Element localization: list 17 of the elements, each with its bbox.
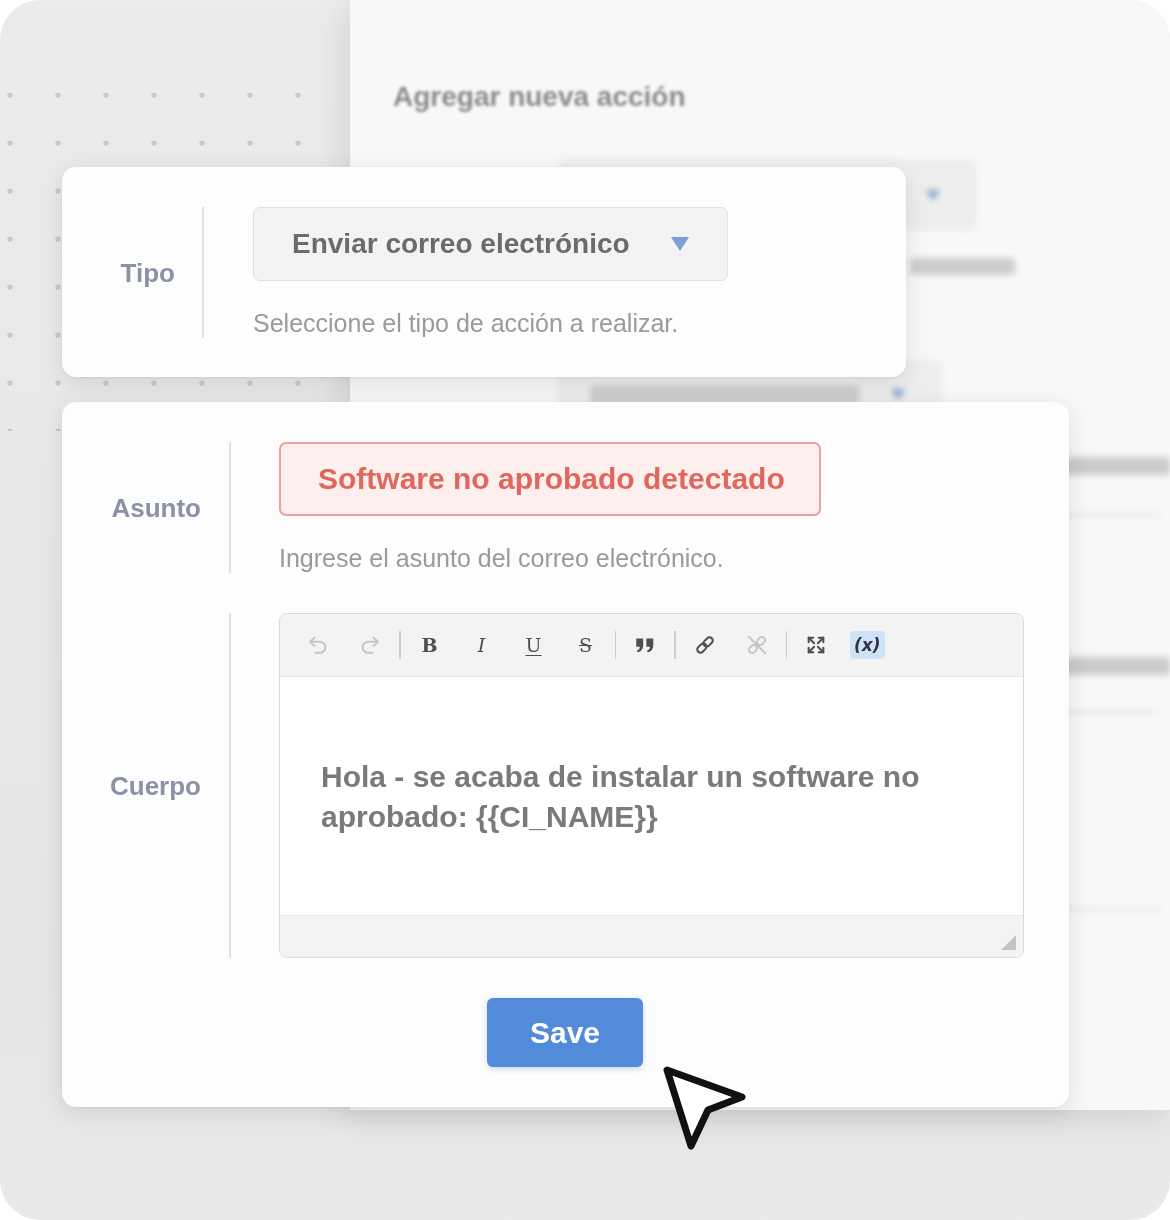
underline-button[interactable]: U [515, 627, 552, 663]
caret-icon [671, 237, 689, 251]
help-text: Seleccione el tipo de acción a realizar. [253, 308, 679, 338]
link-icon[interactable] [693, 634, 716, 656]
italic-button[interactable]: I [463, 627, 500, 663]
subject-label: Asunto [111, 491, 201, 524]
resize-handle-icon[interactable] [1001, 935, 1016, 950]
variable-button[interactable]: (x) [850, 631, 885, 659]
message-body-field[interactable]: Hola - se acaba de instalar un software no aprobado: {{CI_NAME}} [280, 677, 1023, 915]
bold-button[interactable]: B [411, 627, 448, 663]
strikethrough-button[interactable]: S [567, 627, 604, 663]
expand-icon[interactable] [805, 634, 827, 656]
help-text: Ingrese el asunto del correo electrónico. [279, 543, 724, 573]
type-label: Tipo [120, 256, 175, 289]
body-label: Cuerpo [110, 769, 201, 802]
panel-title: Agregar nueva acción [393, 80, 686, 114]
type-dropdown[interactable]: Enviar correo electrónico [253, 207, 728, 281]
